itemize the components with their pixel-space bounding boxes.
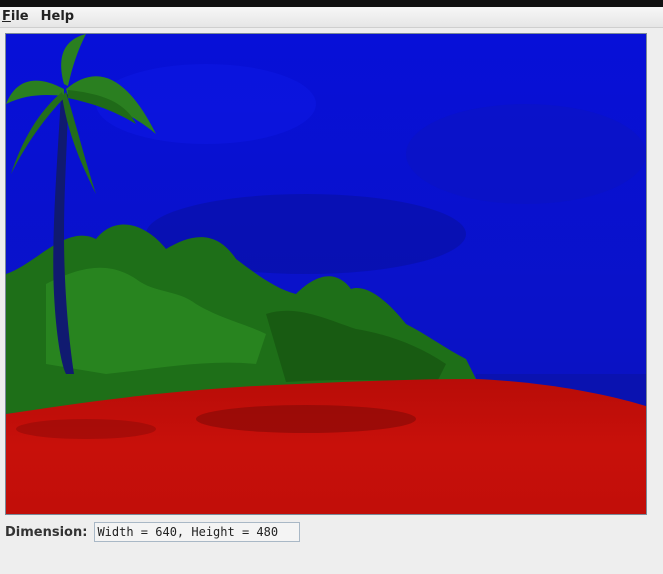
cloud-shade (406, 104, 646, 204)
menu-help[interactable]: Help (39, 7, 80, 27)
menu-file-mnemonic: F (2, 9, 11, 24)
menu-help-label: Help (40, 9, 75, 24)
menu-bar: File Help (0, 7, 663, 28)
sand-shadow (196, 405, 416, 433)
sand-shadow (16, 419, 156, 439)
processed-beach-image (6, 34, 646, 514)
window-top-strip (0, 0, 663, 7)
menu-file-label: ile (10, 9, 29, 24)
menu-file[interactable]: File (0, 7, 35, 27)
dimension-label: Dimension: (5, 524, 88, 540)
dimension-field[interactable] (94, 522, 301, 542)
dimension-row: Dimension: (5, 521, 301, 543)
image-display (5, 33, 647, 515)
